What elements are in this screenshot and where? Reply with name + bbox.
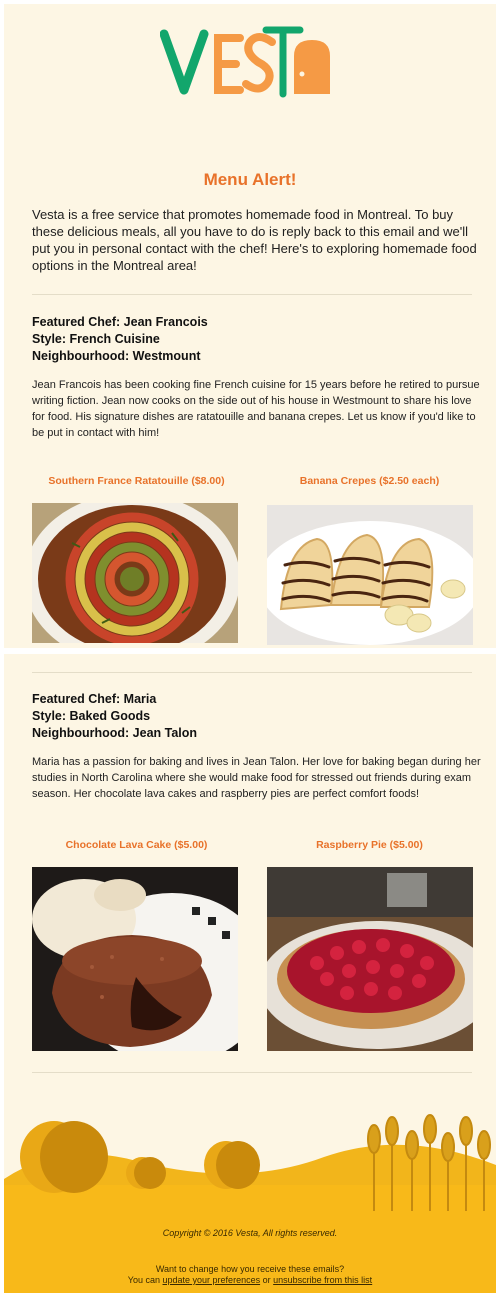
menu-alert-title: Menu Alert! (203, 170, 297, 189)
divider (32, 672, 472, 673)
update-preferences-link[interactable]: update your preferences (163, 1275, 261, 1285)
section-separator (4, 648, 496, 654)
ratatouille-photo[interactable] (32, 503, 238, 643)
chef-neighbourhood: Neighbourhood: Jean Talon (32, 726, 198, 740)
chef-style: Style: Baked Goods (32, 709, 151, 723)
you-can-text: You can (127, 1275, 160, 1285)
featured-chef: Featured Chef: Maria (32, 692, 157, 706)
chef-description: Jean Francois has been cooking fine Fren… (32, 379, 480, 439)
email-body: Menu Alert! Vesta is a free service that… (4, 4, 496, 1293)
dish-title[interactable]: Southern France Ratatouille ($8.00) (34, 475, 239, 487)
hay-bale-icon (204, 1141, 260, 1189)
intro-paragraph: Vesta is a free service that promotes ho… (32, 207, 477, 273)
chocolate-lava-cake-photo[interactable] (32, 867, 238, 1051)
hay-bale-icon (20, 1121, 108, 1193)
dish-title[interactable]: Chocolate Lava Cake ($5.00) (34, 839, 239, 851)
dish-title[interactable]: Banana Crepes ($2.50 each) (267, 475, 472, 487)
dish-title[interactable]: Raspberry Pie ($5.00) (267, 839, 472, 851)
divider (32, 1072, 472, 1073)
unsubscribe-link[interactable]: unsubscribe from this list (273, 1275, 372, 1285)
hay-bale-icon (126, 1157, 166, 1189)
copyright: Copyright © 2016 Vesta, All rights reser… (162, 1228, 338, 1238)
divider (32, 294, 472, 295)
featured-chef: Featured Chef: Jean Francois (32, 315, 208, 329)
banana-crepes-photo[interactable] (267, 505, 473, 645)
change-text: Want to change how you receive these ema… (155, 1264, 345, 1274)
preferences-text: Want to change how you receive these ema… (4, 1264, 496, 1286)
raspberry-pie-photo[interactable] (267, 867, 473, 1051)
chef-neighbourhood: Neighbourhood: Westmount (32, 349, 201, 363)
chef-info: Featured Chef: Maria Style: Baked Goods … (32, 691, 472, 742)
vesta-logo (4, 22, 496, 112)
chef-description: Maria has a passion for baking and lives… (32, 756, 481, 800)
or-text: or (262, 1275, 271, 1285)
chef-style: Style: French Cuisine (32, 332, 160, 346)
chef-info: Featured Chef: Jean Francois Style: Fren… (32, 314, 472, 365)
